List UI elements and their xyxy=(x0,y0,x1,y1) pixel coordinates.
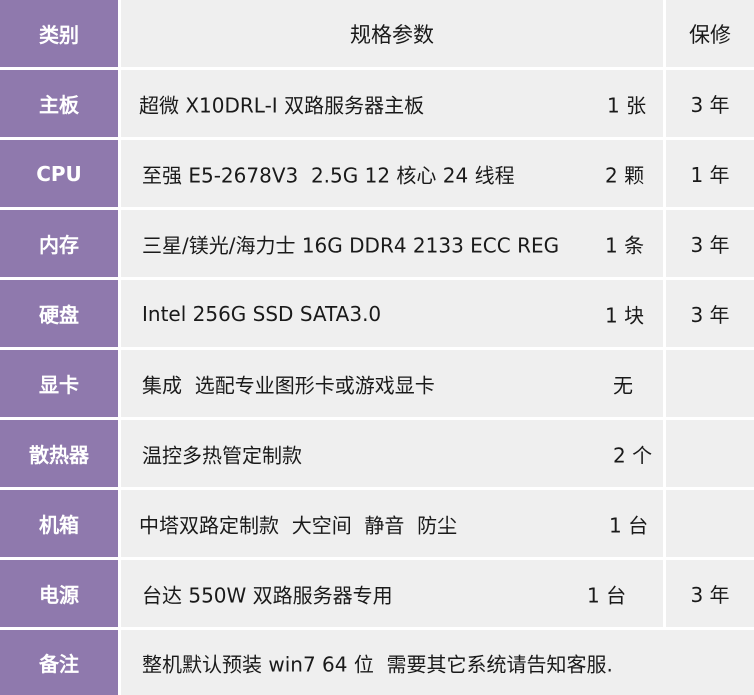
table-row: 机箱 中塔双路定制款 大空间 静音 防尘 1 台 xyxy=(0,490,754,557)
row-warranty: 3 年 xyxy=(666,210,754,277)
row-quantity: 1 台 xyxy=(587,583,627,607)
row-warranty: 3 年 xyxy=(666,70,754,137)
row-spec-cell: Intel 256G SSD SATA3.0 1 块 xyxy=(121,280,663,347)
row-spec-cell: 整机默认预装 win7 64 位 需要其它系统请告知客服. xyxy=(121,630,754,695)
row-category: 散热器 xyxy=(0,420,118,487)
row-warranty xyxy=(666,490,754,557)
row-warranty: 1 年 xyxy=(666,140,754,207)
table-row: 备注 整机默认预装 win7 64 位 需要其它系统请告知客服. xyxy=(0,630,754,695)
row-quantity: 2 颗 xyxy=(605,163,645,187)
row-spec-cell: 台达 550W 双路服务器专用 1 台 xyxy=(121,560,663,627)
row-spec: 中塔双路定制款 大空间 静音 防尘 xyxy=(139,513,458,537)
row-warranty xyxy=(666,350,754,417)
row-spec-cell: 中塔双路定制款 大空间 静音 防尘 1 台 xyxy=(121,490,663,557)
row-spec-cell: 超微 X10DRL-I 双路服务器主板 1 张 xyxy=(121,70,663,137)
row-warranty: 3 年 xyxy=(666,280,754,347)
table-row: 显卡 集成 选配专业图形卡或游戏显卡 无 xyxy=(0,350,754,417)
table-header-row: 类别 规格参数 保修 xyxy=(0,0,754,67)
row-category: 备注 xyxy=(0,630,118,695)
row-category: 内存 xyxy=(0,210,118,277)
table-row: 电源 台达 550W 双路服务器专用 1 台 3 年 xyxy=(0,560,754,627)
row-quantity: 2 个 xyxy=(613,443,653,467)
row-category: 硬盘 xyxy=(0,280,118,347)
row-quantity: 1 台 xyxy=(609,513,649,537)
row-warranty xyxy=(666,420,754,487)
row-warranty: 3 年 xyxy=(666,560,754,627)
row-category: 机箱 xyxy=(0,490,118,557)
row-spec-cell: 三星/镁光/海力士 16G DDR4 2133 ECC REG 1 条 xyxy=(121,210,663,277)
row-spec-cell: 温控多热管定制款 2 个 xyxy=(121,420,663,487)
row-spec: 超微 X10DRL-I 双路服务器主板 xyxy=(139,93,425,117)
row-quantity: 1 条 xyxy=(605,233,645,257)
table-row: 散热器 温控多热管定制款 2 个 xyxy=(0,420,754,487)
row-spec: 集成 选配专业图形卡或游戏显卡 xyxy=(142,373,435,397)
row-category: CPU xyxy=(0,140,118,207)
row-category: 主板 xyxy=(0,70,118,137)
header-category: 类别 xyxy=(0,0,118,67)
table-row: 内存 三星/镁光/海力士 16G DDR4 2133 ECC REG 1 条 3… xyxy=(0,210,754,277)
header-warranty: 保修 xyxy=(666,0,754,67)
table-row: 主板 超微 X10DRL-I 双路服务器主板 1 张 3 年 xyxy=(0,70,754,137)
table-row: 硬盘 Intel 256G SSD SATA3.0 1 块 3 年 xyxy=(0,280,754,347)
row-spec-cell: 集成 选配专业图形卡或游戏显卡 无 xyxy=(121,350,663,417)
row-spec: 温控多热管定制款 xyxy=(142,443,302,467)
spec-table: 类别 规格参数 保修 主板 超微 X10DRL-I 双路服务器主板 1 张 3 … xyxy=(0,0,754,695)
row-spec: 整机默认预装 win7 64 位 需要其它系统请告知客服. xyxy=(142,652,613,676)
row-category: 显卡 xyxy=(0,350,118,417)
row-spec: 台达 550W 双路服务器专用 xyxy=(142,583,393,607)
row-spec: 至强 E5-2678V3 2.5G 12 核心 24 线程 xyxy=(142,163,515,187)
row-quantity: 无 xyxy=(613,373,633,397)
row-quantity: 1 张 xyxy=(607,93,647,117)
row-category: 电源 xyxy=(0,560,118,627)
row-spec: Intel 256G SSD SATA3.0 xyxy=(142,301,382,326)
row-spec-cell: 至强 E5-2678V3 2.5G 12 核心 24 线程 2 颗 xyxy=(121,140,663,207)
header-spec: 规格参数 xyxy=(121,0,663,67)
row-spec: 三星/镁光/海力士 16G DDR4 2133 ECC REG xyxy=(142,233,560,257)
table-row: CPU 至强 E5-2678V3 2.5G 12 核心 24 线程 2 颗 1 … xyxy=(0,140,754,207)
row-quantity: 1 块 xyxy=(605,303,645,327)
